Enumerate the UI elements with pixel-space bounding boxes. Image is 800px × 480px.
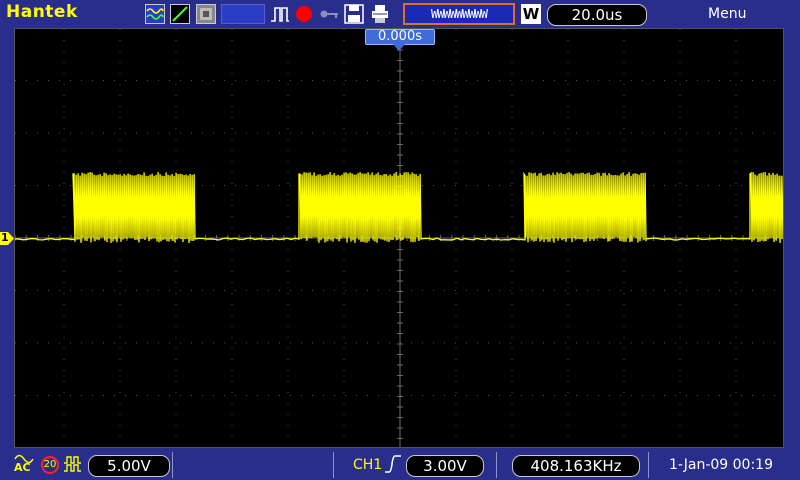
wave-mode-indicator[interactable]: WWWWWWWWW (403, 3, 515, 25)
date-time: 1-Jan-09 00:19 (669, 457, 773, 473)
save-icon[interactable] (344, 4, 364, 24)
status-separator (648, 452, 649, 478)
status-separator (172, 452, 173, 478)
ch1-volts-div[interactable]: 5.00V (88, 455, 170, 477)
trigger-level-arrow-icon[interactable] (773, 202, 783, 214)
pulse-icon (270, 4, 290, 24)
wave-mode-text: WWWWWWWWW (431, 7, 487, 21)
frequency-counter: 408.163KHz (512, 455, 640, 477)
trigger-time-label: 0.000s (378, 29, 422, 44)
bandwidth-limit-label: 20 (43, 458, 57, 472)
coupling-label: AC (14, 461, 31, 474)
trigger-time-marker[interactable]: 0.000s (365, 29, 435, 45)
cursor-line-icon[interactable] (170, 4, 190, 24)
scope-display: 0.000s (14, 28, 784, 448)
wave-display-icon[interactable] (145, 4, 165, 24)
empty-slot (221, 4, 265, 24)
probe-icon (63, 455, 85, 473)
status-separator (333, 452, 334, 478)
print-icon[interactable] (370, 4, 390, 24)
top-bar: Hantek WWWWWWWWW W 20.0us Menu (0, 0, 800, 28)
trigger-source[interactable]: CH1 (353, 457, 382, 473)
waveform-canvas (15, 29, 783, 447)
menu-button[interactable]: Menu (708, 6, 746, 22)
ch1-waveform-trace (15, 172, 783, 243)
timebase-readout[interactable]: 20.0us (547, 4, 647, 26)
key-icon (318, 4, 338, 24)
ch1-marker-label: 1 (1, 231, 9, 244)
wave-mode-badge[interactable]: W (521, 4, 541, 24)
bandwidth-limit-badge[interactable]: 20 (41, 456, 59, 474)
record-icon[interactable] (294, 4, 314, 24)
status-separator (496, 452, 497, 478)
rising-edge-icon[interactable] (384, 454, 402, 474)
trigger-position-arrow-icon (393, 44, 405, 52)
trigger-level[interactable]: 3.00V (406, 455, 484, 477)
ch1-ground-marker[interactable]: 1 (0, 232, 14, 245)
persist-icon[interactable] (196, 4, 216, 24)
brand-logo: Hantek (6, 2, 78, 22)
